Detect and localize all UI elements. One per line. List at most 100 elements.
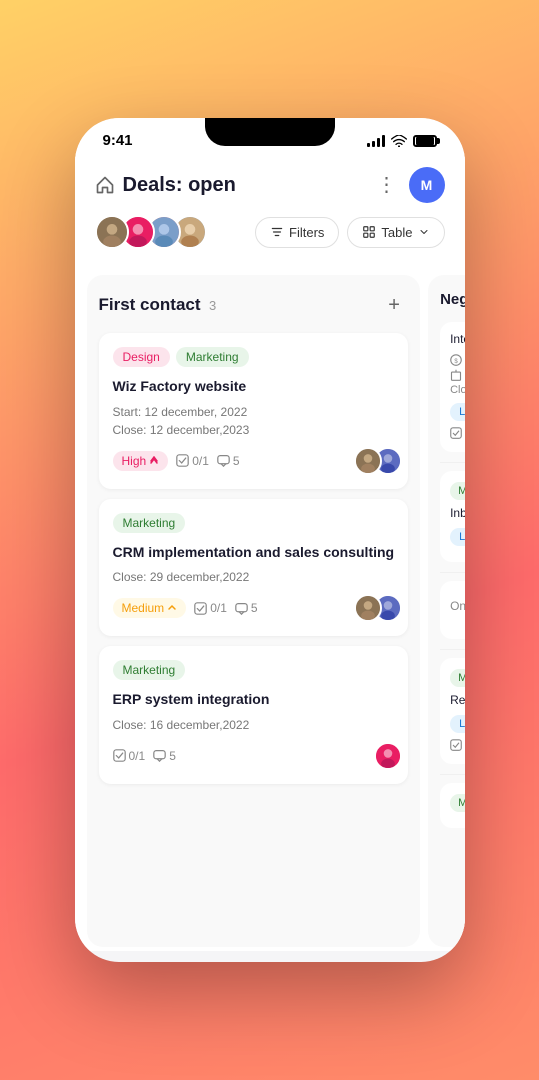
messages-meta-3: 5 — [153, 749, 176, 763]
filter-icon — [270, 225, 284, 239]
tag-marketing-3: Marketing — [113, 660, 186, 680]
right-date-1: Close: 11 ja — [450, 384, 464, 396]
message-icon-2 — [235, 602, 248, 615]
team-avatars — [95, 215, 199, 249]
check-icon-3 — [113, 749, 126, 762]
low-label: Low — [459, 406, 464, 418]
card-tags-3: Marketing — [113, 660, 395, 680]
messages-count-1: 5 — [233, 454, 240, 468]
message-icon — [217, 454, 230, 467]
right-card-title-3: One more d — [450, 591, 464, 623]
card-meta-3: 0/1 5 — [113, 749, 176, 763]
view-type-button[interactable]: Table — [347, 217, 444, 248]
header-actions: ⋮ M — [377, 167, 445, 203]
right-card-title-4: Rebuild ma — [450, 693, 464, 709]
phone-notch — [205, 118, 335, 146]
card-close-date-2: Close: 29 december,2022 — [113, 570, 395, 584]
assignee-avatar-img-5 — [376, 742, 400, 770]
right-amount-row: $ 12,000.0 — [450, 354, 464, 366]
right-card-1: Integration application $ 12,000.0 — [440, 322, 464, 452]
home-icon — [95, 175, 115, 195]
card-assignees-3 — [374, 742, 394, 770]
right-card-title-1: Integration application — [450, 332, 464, 348]
card-tags-2: Marketing — [113, 513, 395, 533]
tasks-meta-3: 0/1 — [113, 749, 146, 763]
priority-up-icon — [167, 603, 177, 613]
chevron-down-icon — [418, 226, 430, 238]
card-title-3: ERP system integration — [113, 690, 395, 710]
filters-label: Filters — [289, 225, 324, 240]
svg-text:$: $ — [454, 359, 458, 365]
user-avatar[interactable]: M — [409, 167, 445, 203]
assignee-avatar-img — [356, 447, 380, 475]
priority-label-2: Medium — [122, 601, 165, 615]
right-company-row: Wiz Fac — [450, 369, 464, 381]
card-meta-1: High 0/1 — [113, 451, 240, 471]
right-tag-4: Marketing — [450, 669, 464, 687]
toolbar-buttons: Filters Table — [255, 217, 444, 248]
status-icons — [367, 135, 437, 147]
card-footer-1: High 0/1 — [113, 447, 395, 475]
card-assignees-2 — [354, 594, 394, 622]
check-icon-r1 — [450, 427, 462, 439]
building-icon — [450, 369, 462, 381]
header-top: Deals: open ⋮ M — [95, 167, 445, 203]
tasks-count-2: 0/1 — [210, 601, 227, 615]
right-column-title: Negotiatio — [440, 291, 464, 308]
card-wiz-factory: Design Marketing Wiz Factory website Sta… — [99, 333, 409, 489]
tag-marketing-2: Marketing — [113, 513, 186, 533]
separator-3 — [440, 649, 464, 650]
check-icon-2 — [194, 602, 207, 615]
separator-2 — [440, 572, 464, 573]
messages-meta-2: 5 — [235, 601, 258, 615]
right-card-2: Marketing Inbound ma and implem Low — [440, 471, 464, 563]
header: Deals: open ⋮ M — [75, 157, 465, 263]
right-card-4: Marketing Rebuild ma Low 0 — [440, 658, 464, 765]
board-area: First contact 3 + Design Marketing Wiz F… — [75, 263, 465, 947]
right-tasks-row: 0 — [450, 427, 464, 439]
right-tasks-row-4: 0 — [450, 739, 464, 751]
check-icon-r4 — [450, 739, 462, 751]
card-assignees-1 — [354, 447, 394, 475]
column-header-first-contact: First contact 3 + — [99, 291, 409, 319]
card-start-date-1: Start: 12 december, 2022 — [113, 405, 395, 419]
priority-label-1: High — [122, 454, 147, 468]
right-card-5: Marketing — [440, 783, 464, 828]
header-title-row: Deals: open — [95, 174, 236, 197]
assignee-1-1 — [354, 447, 382, 475]
column-title: First contact — [99, 295, 201, 314]
low-badge-1: Low — [450, 403, 464, 421]
filters-button[interactable]: Filters — [255, 217, 339, 248]
column-first-contact: First contact 3 + Design Marketing Wiz F… — [87, 275, 421, 947]
team-avatar-1[interactable] — [95, 215, 129, 249]
check-icon — [176, 454, 189, 467]
separator-4 — [440, 774, 464, 775]
add-card-button[interactable]: + — [380, 291, 408, 319]
card-close-date-1: Close: 12 december,2023 — [113, 423, 395, 437]
assignee-3-1 — [374, 742, 402, 770]
toolbar: Filters Table — [95, 215, 445, 249]
card-close-date-3: Close: 16 december,2022 — [113, 718, 395, 732]
right-tag-5: Marketing — [450, 794, 464, 812]
grid-icon — [362, 225, 376, 239]
tasks-count-1: 0/1 — [192, 454, 209, 468]
separator-1 — [440, 462, 464, 463]
card-meta-2: Medium 0/1 — [113, 598, 258, 618]
more-options-button[interactable]: ⋮ — [377, 175, 397, 195]
wifi-icon — [391, 135, 407, 147]
low-badge-2: Low — [450, 528, 464, 546]
messages-count-3: 5 — [169, 749, 176, 763]
priority-arrow-icon — [149, 456, 159, 466]
battery-icon — [413, 135, 437, 147]
page-title: Deals: open — [123, 174, 236, 197]
coin-icon: $ — [450, 354, 462, 366]
view-type-label: Table — [381, 225, 412, 240]
card-title-2: CRM implementation and sales consulting — [113, 543, 395, 563]
column-title-group: First contact 3 — [99, 295, 217, 315]
tag-marketing: Marketing — [176, 347, 249, 367]
card-title-1: Wiz Factory website — [113, 377, 395, 397]
card-tags-1: Design Marketing — [113, 347, 395, 367]
right-card-title-2: Inbound ma and implem — [450, 506, 464, 522]
messages-count-2: 5 — [251, 601, 258, 615]
low-label-2: Low — [459, 531, 464, 543]
